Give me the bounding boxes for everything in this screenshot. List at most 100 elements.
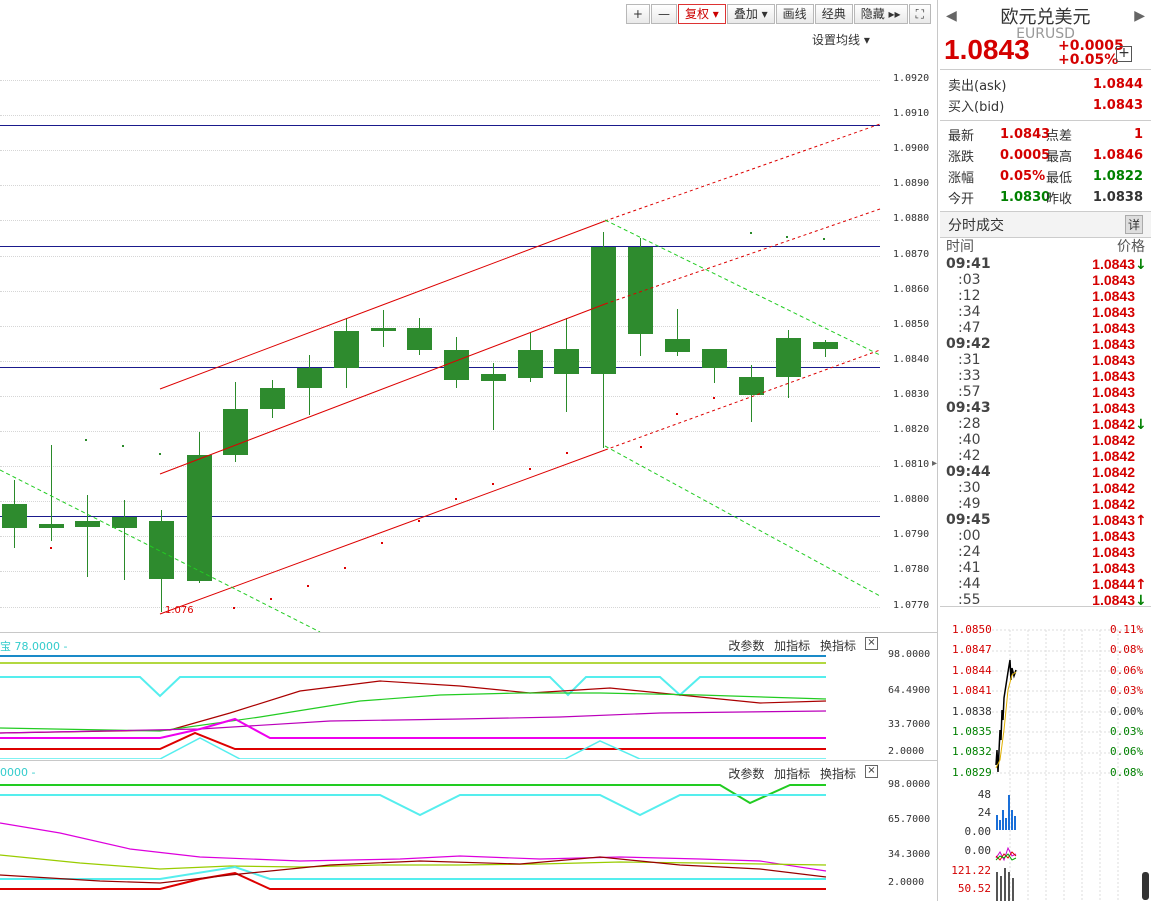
- tick-time: :34: [958, 304, 981, 320]
- tick-time: 09:41: [946, 256, 991, 272]
- tick-price: 1.0843: [1092, 304, 1135, 320]
- mini-sub-label: 24: [977, 806, 991, 819]
- channel-lower-line: [159, 449, 606, 615]
- tick-time: :31: [958, 352, 981, 368]
- stat-value: 1.0822: [1092, 169, 1143, 184]
- ticks-list[interactable]: 09:41 1.0843 ↓ :03 1.0843 :12 1.0843 :34 1.0843:…: [940, 256, 1151, 609]
- tick-time: :44: [958, 576, 981, 592]
- ticks-header: 分时成交 详: [940, 212, 1151, 238]
- col-time: 时间: [946, 239, 974, 255]
- stat-label: 点差: [1046, 129, 1073, 144]
- channel-mid-line: [159, 303, 606, 475]
- stat-label: 昨收: [1046, 192, 1073, 207]
- tick-time: :28: [958, 416, 981, 432]
- bid-row: 买入(bid) 1.0843: [940, 95, 1151, 116]
- tick-time: :47: [958, 320, 981, 336]
- tick-row: 09:42 1.0843: [940, 336, 1151, 352]
- stat-value: 1.0838: [1092, 190, 1143, 205]
- price-change-pct: +0.05%: [1058, 52, 1119, 68]
- tick-time: :24: [958, 544, 981, 560]
- indicator-1-axis-1: 64.4900: [888, 685, 931, 696]
- mini-price-label: 1.0847: [952, 643, 992, 657]
- tick-price: 1.0843: [1092, 320, 1135, 336]
- tick-row: :44 1.0844↑: [940, 576, 1151, 593]
- indicator-1-axis-0: 98.0000: [888, 649, 931, 660]
- tick-row: :47 1.0843: [940, 320, 1151, 336]
- tick-time: 09:44: [946, 464, 991, 480]
- mini-pct-label: 0.08%: [1110, 643, 1144, 657]
- indicator-2-axis-0: 98.0000: [888, 779, 931, 790]
- mini-pct-label: 0.06%: [1110, 663, 1144, 677]
- indicator-2-axis-3: 2.0000: [888, 877, 925, 888]
- tick-row: :33 1.0843: [940, 368, 1151, 384]
- stats-row: 最新 1.0843 点差 1: [940, 124, 1151, 145]
- stat-label: 最低: [1046, 171, 1073, 186]
- tick-row: :42 1.0842: [940, 448, 1151, 464]
- tick-direction-icon: ↑: [1135, 513, 1147, 529]
- mini-price-label: 1.0832: [952, 745, 992, 759]
- tick-time: :33: [958, 368, 981, 384]
- tick-price: 1.0843: [1092, 352, 1135, 368]
- tick-row: 09:44 1.0842: [940, 464, 1151, 480]
- panel-collapse-handle[interactable]: ▸: [932, 458, 938, 478]
- tick-row: :41 1.0843: [940, 560, 1151, 576]
- mini-pct-label: 0.11%: [1110, 623, 1144, 636]
- tick-time: 09:42: [946, 336, 991, 352]
- quote-header: ◀ ▶ 欧元兑美元 EURUSD 1.0843 +0.0005 +0.05% +: [940, 0, 1151, 70]
- tick-price: 1.0843: [1092, 256, 1135, 272]
- mini-pct-label: 0.08%: [1110, 765, 1144, 779]
- low-price-label: 1.076: [165, 605, 194, 616]
- tick-direction-icon: ↓: [1135, 417, 1147, 433]
- tick-price: 1.0842: [1092, 432, 1135, 448]
- stats-row: 涨跌 0.0005 最高 1.0846: [940, 145, 1151, 166]
- tick-time: :49: [958, 496, 981, 512]
- tick-time: :41: [958, 560, 981, 576]
- mini-price-label: 1.0850: [952, 623, 992, 636]
- mini-price-label: 1.0838: [952, 704, 992, 718]
- tick-row: 09:41 1.0843↓: [940, 256, 1151, 273]
- tick-price: 1.0844: [1092, 576, 1135, 592]
- tick-direction-icon: ↑: [1135, 577, 1147, 593]
- stats-row: 涨幅 0.05% 最低 1.0822: [940, 166, 1151, 187]
- mini-sub-label: 0.00: [964, 844, 992, 857]
- mini-pct-label: 0.00%: [1110, 704, 1144, 718]
- tick-price: 1.0843: [1092, 272, 1135, 288]
- stat-value: 1.0843: [1000, 127, 1051, 142]
- tick-row: :57 1.0843: [940, 384, 1151, 400]
- stat-label: 最新: [948, 129, 975, 144]
- indicator-2-axis-1: 65.7000: [888, 814, 931, 825]
- tick-time: :12: [958, 288, 981, 304]
- tick-price: 1.0843: [1092, 560, 1135, 576]
- tick-row: 09:43 1.0843: [940, 400, 1151, 416]
- green-trend-lower: [604, 445, 881, 597]
- tick-time: 09:43: [946, 400, 991, 416]
- stat-value: 1.0846: [1092, 148, 1143, 163]
- stat-value: 0.0005: [1000, 148, 1051, 163]
- tick-row: :49 1.0842: [940, 496, 1151, 512]
- mini-price-line: [995, 659, 1017, 773]
- tick-time: :40: [958, 432, 981, 448]
- stats-row: 今开 1.0830 昨收 1.0838: [940, 187, 1151, 208]
- tick-time: 09:45: [946, 512, 991, 528]
- mini-sub-label: 121.22: [951, 864, 991, 877]
- mini-price-label: 1.0829: [952, 765, 992, 779]
- ticks-detail-button[interactable]: 详: [1124, 215, 1143, 234]
- channel-upper-ext: [604, 123, 881, 222]
- tick-time: :00: [958, 528, 981, 544]
- mini-sub-label: 48: [977, 788, 991, 801]
- ask-value: 1.0844: [1092, 77, 1143, 92]
- kline-chart-area[interactable]: + — 复权 ▾ 叠加 ▾ 画线 经典 隐藏 ▸▸ ⛶ 设置均线 ▾ 1.092…: [0, 0, 938, 901]
- add-watchlist-icon[interactable]: +: [1116, 46, 1132, 62]
- ask-bid: 卖出(ask) 1.0844 买入(bid) 1.0843: [940, 70, 1151, 121]
- tick-time: :03: [958, 272, 981, 288]
- scrollbar[interactable]: [1142, 872, 1149, 900]
- mini-intraday-chart[interactable]: 1.0850 1.0847 1.0844 1.0841 1.0838 1.0835 1.08…: [940, 610, 1151, 901]
- stat-value: 1: [1133, 127, 1143, 142]
- stat-label: 今开: [948, 192, 975, 207]
- tick-row: :12 1.0843: [940, 288, 1151, 304]
- stat-value: 0.05%: [1000, 169, 1046, 184]
- tick-row: :34 1.0843: [940, 304, 1151, 320]
- bid-label: 买入(bid): [948, 100, 1005, 115]
- indicator-2-axis-2: 34.3000: [888, 849, 931, 860]
- tick-price: 1.0843: [1092, 288, 1135, 304]
